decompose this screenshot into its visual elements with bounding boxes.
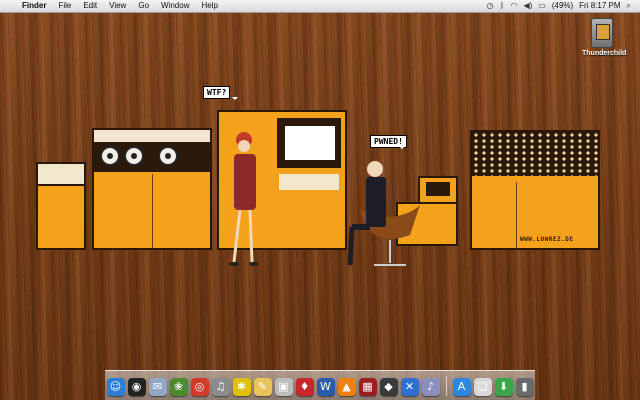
mainframe-right — [470, 130, 600, 250]
menu-view[interactable]: View — [103, 0, 132, 12]
app-dark-icon[interactable]: ◆ — [379, 378, 398, 396]
downloads-icon[interactable]: ⬇ — [494, 378, 513, 396]
status-area: ◷ ᛒ ◠ ◀) ▭ (49%) Fri 8:17 PM ⌕ — [484, 0, 640, 12]
clock[interactable]: Fri 8:17 PM — [576, 0, 623, 12]
dock-separator — [445, 376, 447, 396]
pinwheel-icon[interactable]: ✱ — [232, 378, 251, 396]
tape-drive — [92, 128, 212, 250]
woman-figure — [229, 132, 259, 266]
wifi-icon[interactable]: ◠ — [507, 0, 520, 12]
menu-go[interactable]: Go — [132, 0, 155, 12]
dashboard-icon[interactable]: ◉ — [127, 378, 146, 396]
desktop-drive-label: Thunderchild — [582, 50, 627, 57]
finder-icon[interactable]: ☺ — [106, 378, 125, 396]
word-icon[interactable]: W — [316, 378, 335, 396]
battery-percent: (49%) — [551, 1, 574, 10]
preview-icon[interactable]: ▣ — [274, 378, 293, 396]
notes-icon[interactable]: ✎ — [253, 378, 272, 396]
mail-icon[interactable]: ✉ — [148, 378, 167, 396]
xcode-icon[interactable]: ✕ — [400, 378, 419, 396]
battery-icon[interactable]: ▭ — [535, 0, 549, 12]
app-red-icon[interactable]: ♦ — [295, 378, 314, 396]
menu-help[interactable]: Help — [195, 0, 223, 12]
spotlight-icon[interactable]: ⌕ — [624, 0, 634, 12]
documents-icon[interactable]: ❑ — [473, 378, 492, 396]
time-machine-icon[interactable]: ◷ — [484, 0, 497, 12]
man-figure — [347, 161, 420, 266]
menu-file[interactable]: File — [52, 0, 77, 12]
itunes-icon[interactable]: ♫ — [211, 378, 230, 396]
trash-icon[interactable]: ▮ — [515, 378, 534, 396]
desktop-drive[interactable]: Thunderchild — [582, 18, 627, 57]
menu-finder[interactable]: Finder — [16, 0, 52, 12]
menu-bar: Finder File Edit View Go Window Help ◷ ᛒ… — [0, 0, 640, 13]
music-icon[interactable]: ♪ — [421, 378, 440, 396]
bluetooth-icon[interactable]: ᛒ — [497, 0, 508, 12]
chrome-icon[interactable]: ◎ — [190, 378, 209, 396]
app-store-icon[interactable]: A — [452, 378, 471, 396]
dock: ☺ ◉ ✉ ❀ ◎ ♫ ✱ ✎ ▣ ♦ W ▲ ▦ ◆ ✕ ♪ A ❑ ⬇ ▮ — [105, 370, 535, 400]
wallpaper-credit: WWW.LOWREZ.DE — [520, 236, 574, 243]
volume-icon[interactable]: ◀) — [520, 0, 535, 12]
menu-edit[interactable]: Edit — [77, 0, 103, 12]
cabinet-small — [36, 162, 86, 250]
speech-bubble-pwned: PWNED! — [370, 135, 407, 149]
vlc-icon[interactable]: ▲ — [337, 378, 356, 396]
photo-booth-icon[interactable]: ▦ — [358, 378, 377, 396]
speech-bubble-wtf: WTF? — [203, 86, 239, 100]
iphoto-icon[interactable]: ❀ — [169, 378, 188, 396]
menu-window[interactable]: Window — [155, 0, 195, 12]
hard-drive-icon — [591, 18, 613, 48]
